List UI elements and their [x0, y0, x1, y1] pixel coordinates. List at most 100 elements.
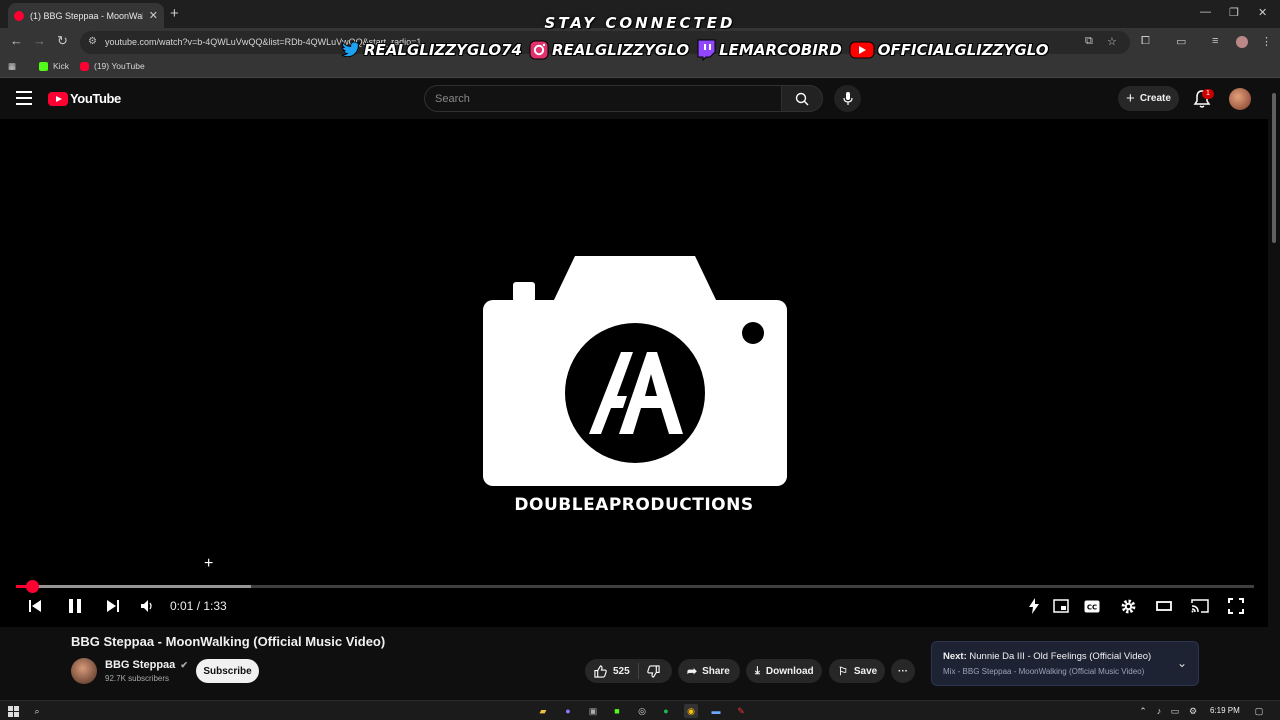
twitter-handle: REALGLIZZYGLO74 [364, 41, 522, 59]
page-scrollbar[interactable] [1268, 79, 1280, 700]
autoplay-toggle[interactable] [1026, 597, 1042, 615]
share-label: Share [702, 665, 730, 677]
next-up-prefix: Next: [943, 651, 967, 662]
microphone-icon [842, 91, 853, 105]
bookmark-icon: ⚐ [838, 665, 848, 678]
side-panel-icon[interactable]: ▭ [1176, 35, 1186, 48]
seek-bar[interactable] [16, 580, 1254, 593]
bookmark-kick[interactable]: Kick [39, 61, 69, 71]
spotify-icon[interactable]: ● [659, 704, 673, 718]
dislike-button[interactable] [639, 664, 660, 678]
social-twitter: REALGLIZZYGLO74 [340, 39, 522, 61]
twitter-bird-icon [340, 39, 362, 61]
pause-icon [69, 599, 81, 613]
youtube-masthead: YouTube + Create 1 [0, 79, 1268, 119]
youtube-logo-text: YouTube [70, 91, 121, 106]
reload-button[interactable]: ↻ [57, 33, 68, 49]
app-window-icon[interactable]: ▬ [709, 704, 723, 718]
discord-icon[interactable]: ● [561, 704, 575, 718]
lightning-icon [1029, 598, 1039, 614]
fullscreen-icon [1228, 598, 1244, 614]
pen-app-icon[interactable]: ✎ [734, 704, 748, 718]
notification-badge: 1 [1202, 89, 1214, 99]
hamburger-menu-icon[interactable] [16, 91, 32, 105]
save-label: Save [853, 665, 878, 677]
share-icon: ➦ [687, 664, 698, 678]
volume-icon [141, 600, 152, 612]
account-avatar[interactable] [1229, 88, 1251, 110]
profile-avatar-icon[interactable] [1236, 36, 1248, 48]
social-handles-overlay: REALGLIZZYGLO74 REALGLIZZYGLO LEMARCOBIR… [340, 39, 1055, 61]
like-button[interactable]: 525 [585, 663, 639, 679]
doublea-camera-logo [483, 256, 787, 486]
share-button[interactable]: ➦ Share [678, 659, 740, 683]
voice-search-button[interactable] [834, 85, 861, 112]
obs-icon[interactable]: ◎ [635, 704, 649, 718]
youtube-logo[interactable]: YouTube [48, 91, 121, 106]
next-up-mix-label: Mix - BBG Steppaa - MoonWalking (Officia… [943, 667, 1145, 676]
kick-app-icon[interactable]: ■ [610, 704, 624, 718]
bookmark-youtube[interactable]: (19) YouTube [80, 61, 145, 71]
subscribe-button[interactable]: Subscribe [196, 659, 259, 683]
install-app-icon[interactable]: ⧉ [1085, 35, 1093, 48]
cast-button[interactable] [1190, 597, 1210, 615]
scrollbar-thumb[interactable] [1272, 93, 1276, 243]
next-up-card[interactable]: Next: Nunnie Da III - Old Feelings (Offi… [931, 641, 1199, 686]
pause-button[interactable] [65, 597, 85, 615]
settings-tray-icon[interactable]: ⚙ [1186, 704, 1200, 718]
chrome-menu-icon[interactable]: ⋮ [1261, 35, 1272, 48]
download-button[interactable]: ⤓ Download [746, 659, 822, 683]
taskbar-clock: 6:19 PM [1210, 706, 1240, 715]
forward-button[interactable]: → [33, 33, 46, 48]
search-input[interactable] [435, 90, 765, 108]
chrome-icon[interactable]: ◉ [684, 704, 698, 718]
tray-overflow-icon[interactable]: ⌃ [1136, 704, 1150, 718]
social-youtube: OFFICIALGLIZZYGLO [848, 39, 1049, 61]
media-controls-icon[interactable]: ≡ [1212, 35, 1218, 47]
more-actions-button[interactable]: ··· [891, 659, 915, 683]
apps-grid-icon[interactable]: ▦ [8, 61, 16, 72]
app-icon[interactable]: ▣ [586, 704, 600, 718]
mute-button[interactable] [138, 597, 156, 615]
theater-mode-button[interactable] [1155, 597, 1173, 615]
taskbar-search-icon[interactable]: ⌕ [30, 704, 44, 718]
next-button[interactable] [104, 597, 122, 615]
site-info-icon[interactable]: ⚙ [88, 36, 97, 47]
seek-scrubber-handle[interactable] [26, 580, 40, 593]
back-button[interactable]: ← [10, 33, 23, 48]
fullscreen-button[interactable] [1227, 597, 1245, 615]
settings-button[interactable] [1119, 597, 1137, 615]
download-icon: ⤓ [755, 664, 760, 677]
doublea-productions-text: DOUBLEAPRODUCTIONS [514, 495, 754, 515]
extensions-icon[interactable]: ⧠ [1141, 35, 1150, 48]
save-button[interactable]: ⚐ Save [829, 659, 885, 683]
previous-button[interactable] [26, 597, 44, 615]
network-icon[interactable]: ▭ [1168, 704, 1182, 718]
next-up-title: Next: Nunnie Da III - Old Feelings (Offi… [943, 651, 1151, 662]
search-box [424, 85, 782, 112]
twitch-handle: LEMARCOBIRD [719, 41, 842, 59]
create-label: Create [1139, 93, 1171, 104]
search-button[interactable] [781, 85, 823, 112]
bookmark-star-icon[interactable]: ☆ [1107, 35, 1117, 48]
miniplayer-button[interactable] [1052, 597, 1070, 615]
video-player[interactable]: DOUBLEAPRODUCTIONS + 0:01 / 1:33 CC [0, 119, 1268, 627]
bookmark-label: (19) YouTube [94, 61, 145, 71]
notification-center-icon[interactable]: ▢ [1252, 704, 1266, 718]
chevron-down-icon[interactable]: ⌄ [1177, 656, 1187, 670]
verified-badge-icon: ✔ [180, 660, 188, 670]
youtube-icon [80, 61, 89, 71]
more-horizontal-icon: ··· [898, 665, 908, 677]
channel-avatar[interactable] [71, 658, 97, 684]
kick-icon [39, 61, 48, 71]
closed-captions-icon: CC [1084, 600, 1100, 612]
subtitles-button[interactable]: CC [1083, 597, 1101, 615]
channel-name[interactable]: BBG Steppaa ✔ [105, 659, 188, 671]
windows-taskbar: ⌕ ▰ ● ▣ ■ ◎ ● ◉ ▬ ✎ ⌃ ♪ ▭ ⚙ 6:19 PM ▢ [0, 700, 1280, 720]
windows-start-icon[interactable] [6, 704, 20, 718]
file-explorer-icon[interactable]: ▰ [536, 704, 550, 718]
create-button[interactable]: + Create [1118, 86, 1179, 111]
speaker-icon[interactable]: ♪ [1152, 704, 1166, 718]
download-label: Download [765, 665, 814, 677]
video-title: BBG Steppaa - MoonWalking (Official Musi… [71, 634, 386, 649]
